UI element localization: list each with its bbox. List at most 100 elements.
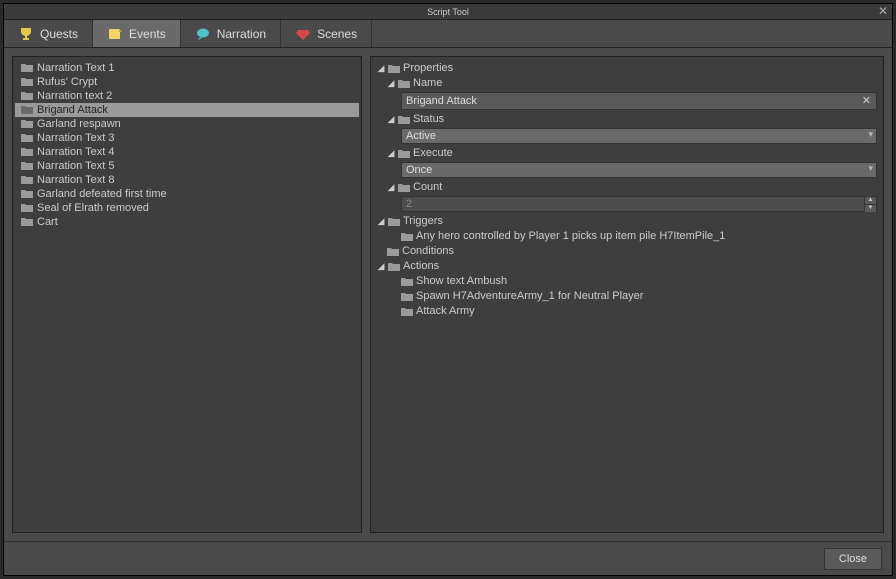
- collapse-icon[interactable]: ◢: [387, 180, 395, 195]
- action-item[interactable]: Spawn H7AdventureArmy_1 for Neutral Play…: [373, 289, 881, 304]
- execute-label: Execute: [413, 146, 453, 161]
- execute-dropdown[interactable]: Once: [401, 162, 877, 178]
- list-item-label: Narration Text 4: [37, 146, 114, 158]
- list-item-label: Garland defeated first time: [37, 188, 167, 200]
- tab-label: Quests: [40, 27, 78, 41]
- tab-quests[interactable]: Quests: [4, 20, 93, 47]
- folder-icon: [387, 247, 399, 257]
- action-text: Show text Ambush: [416, 274, 507, 289]
- folder-icon: [398, 79, 410, 89]
- conditions-label: Conditions: [402, 244, 454, 259]
- action-text: Attack Army: [416, 304, 475, 319]
- folder-icon: [398, 183, 410, 193]
- event-list-panel: Narration Text 1Rufus' Crypt Narration te…: [12, 56, 362, 533]
- collapse-icon[interactable]: ◢: [387, 112, 395, 127]
- folder-icon: [388, 262, 400, 272]
- collapse-icon[interactable]: ◢: [377, 214, 385, 229]
- properties-node[interactable]: ◢ Properties: [373, 61, 881, 76]
- trigger-item[interactable]: Any hero controlled by Player 1 picks up…: [373, 229, 881, 244]
- folder-icon: [21, 77, 33, 87]
- script-tool-window: Script Tool ✕ Quests Events Narration: [3, 3, 893, 576]
- collapse-icon[interactable]: ◢: [387, 146, 395, 161]
- folder-icon: [21, 203, 33, 213]
- folder-icon: [21, 189, 33, 199]
- list-item[interactable]: Narration Text 4: [15, 145, 359, 159]
- list-item[interactable]: Narration Text 8: [15, 173, 359, 187]
- action-item[interactable]: Show text Ambush: [373, 274, 881, 289]
- details-panel: ◢ Properties ◢ Name ✕ ◢ Status: [370, 56, 884, 533]
- folder-icon: [21, 217, 33, 227]
- close-button[interactable]: Close: [824, 548, 882, 570]
- folder-icon: [21, 175, 33, 185]
- event-list: Narration Text 1Rufus' Crypt Narration te…: [13, 57, 361, 233]
- trophy-icon: [18, 26, 34, 42]
- property-tree: ◢ Properties ◢ Name ✕ ◢ Status: [371, 57, 883, 532]
- list-item[interactable]: Narration text 2: [15, 89, 359, 103]
- folder-icon: [21, 133, 33, 143]
- folder-icon: [401, 292, 413, 302]
- folder-icon: [21, 147, 33, 157]
- folder-icon: [21, 63, 33, 73]
- name-input[interactable]: [401, 92, 877, 110]
- conditions-node[interactable]: Conditions: [373, 244, 881, 259]
- footer: Close: [4, 541, 892, 575]
- collapse-icon[interactable]: ◢: [377, 61, 385, 76]
- list-item-label: Narration Text 8: [37, 174, 114, 186]
- folder-icon: [21, 91, 33, 101]
- folder-icon: [21, 119, 33, 129]
- list-item[interactable]: Brigand Attack: [15, 103, 359, 117]
- triggers-node[interactable]: ◢ Triggers: [373, 214, 881, 229]
- window-title: Script Tool: [427, 7, 469, 17]
- tab-label: Narration: [217, 27, 266, 41]
- list-item[interactable]: Garland respawn: [15, 117, 359, 131]
- collapse-icon[interactable]: ◢: [377, 259, 385, 274]
- count-node[interactable]: ◢ Count: [373, 180, 881, 195]
- tab-bar: Quests Events Narration Scenes: [4, 20, 892, 48]
- folder-icon: [398, 149, 410, 159]
- list-item-label: Seal of Elrath removed: [37, 202, 149, 214]
- folder-icon: [401, 307, 413, 317]
- close-icon[interactable]: ✕: [878, 4, 888, 18]
- list-item-label: Narration text 2: [37, 90, 112, 102]
- tab-scenes[interactable]: Scenes: [281, 20, 372, 47]
- list-item-label: Brigand Attack: [37, 104, 108, 116]
- spin-up-icon[interactable]: ▲: [864, 197, 876, 205]
- list-item[interactable]: Narration Text 1: [15, 61, 359, 75]
- collapse-icon[interactable]: ◢: [387, 76, 395, 91]
- actions-label: Actions: [403, 259, 439, 274]
- list-item-label: Cart: [37, 216, 58, 228]
- count-spinner[interactable]: 2 ▲ ▼: [401, 196, 877, 212]
- note-icon: [107, 26, 123, 42]
- properties-label: Properties: [403, 61, 453, 76]
- trigger-text: Any hero controlled by Player 1 picks up…: [416, 229, 725, 244]
- action-item[interactable]: Attack Army: [373, 304, 881, 319]
- folder-icon: [388, 64, 400, 74]
- status-node[interactable]: ◢ Status: [373, 112, 881, 127]
- actions-node[interactable]: ◢ Actions: [373, 259, 881, 274]
- clear-icon[interactable]: ✕: [862, 94, 871, 107]
- list-item[interactable]: Garland defeated first time: [15, 187, 359, 201]
- list-item[interactable]: Narration Text 5: [15, 159, 359, 173]
- list-item-label: Garland respawn: [37, 118, 121, 130]
- name-node[interactable]: ◢ Name: [373, 76, 881, 91]
- list-item[interactable]: Seal of Elrath removed: [15, 201, 359, 215]
- tab-label: Scenes: [317, 27, 357, 41]
- list-item[interactable]: Cart: [15, 215, 359, 229]
- folder-icon: [21, 161, 33, 171]
- name-label: Name: [413, 76, 442, 91]
- list-item[interactable]: Rufus' Crypt: [15, 75, 359, 89]
- list-item[interactable]: Narration Text 3: [15, 131, 359, 145]
- tab-narration[interactable]: Narration: [181, 20, 281, 47]
- triggers-label: Triggers: [403, 214, 443, 229]
- folder-icon: [388, 217, 400, 227]
- list-item-label: Rufus' Crypt: [37, 76, 97, 88]
- folder-icon: [21, 105, 33, 115]
- folder-icon: [401, 277, 413, 287]
- action-text: Spawn H7AdventureArmy_1 for Neutral Play…: [416, 289, 643, 304]
- execute-node[interactable]: ◢ Execute: [373, 146, 881, 161]
- tab-events[interactable]: Events: [93, 20, 181, 47]
- status-dropdown[interactable]: Active: [401, 128, 877, 144]
- spin-down-icon[interactable]: ▼: [864, 205, 876, 212]
- main-body: Narration Text 1Rufus' Crypt Narration te…: [4, 48, 892, 541]
- list-item-label: Narration Text 5: [37, 160, 114, 172]
